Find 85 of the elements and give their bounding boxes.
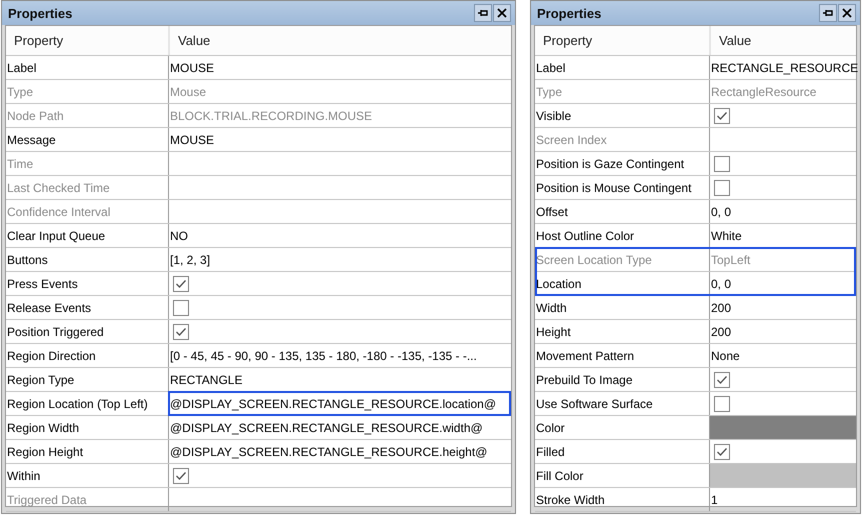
property-name: Release Events xyxy=(6,300,92,316)
checkbox[interactable] xyxy=(173,324,189,340)
property-name: Screen Index xyxy=(535,132,608,148)
property-name: Region Location (Top Left) xyxy=(6,396,149,412)
property-name: Label xyxy=(6,60,38,76)
checkbox[interactable] xyxy=(714,444,730,460)
property-name: Position is Gaze Contingent xyxy=(535,156,686,172)
property-name: Type xyxy=(535,84,564,100)
property-value: MOUSE xyxy=(170,132,214,146)
property-name: Screen Location Type xyxy=(535,252,653,268)
property-name: Clear Input Queue xyxy=(6,228,106,244)
property-value: @DISPLAY_SCREEN.RECTANGLE_RESOURCE.location@ xyxy=(170,396,496,410)
property-name: Region Type xyxy=(6,372,76,388)
property-value: RECTANGLE xyxy=(170,372,242,386)
checkbox[interactable] xyxy=(714,396,730,412)
close-icon xyxy=(842,8,852,18)
property-name: Time xyxy=(6,156,34,172)
checkbox[interactable] xyxy=(714,108,730,124)
property-value: TopLeft xyxy=(711,252,750,266)
checkbox[interactable] xyxy=(714,156,730,172)
checkbox[interactable] xyxy=(714,180,730,196)
property-value: RECTANGLE_RESOURCE xyxy=(711,60,858,74)
column-header[interactable]: Property xyxy=(535,26,709,55)
property-value: White xyxy=(711,228,742,242)
column-header[interactable]: Value xyxy=(168,26,511,55)
property-name: Within xyxy=(6,468,42,484)
pin-button[interactable] xyxy=(819,4,837,22)
checkbox[interactable] xyxy=(714,372,730,388)
property-name: Region Width xyxy=(6,420,80,436)
panel-title: Properties xyxy=(8,6,74,20)
checkbox[interactable] xyxy=(173,300,189,316)
checkbox[interactable] xyxy=(173,468,189,484)
column-header[interactable]: Property xyxy=(6,26,168,55)
property-name: Message xyxy=(6,132,57,148)
pin-icon xyxy=(822,8,834,18)
property-name: Host Outline Color xyxy=(535,228,636,244)
property-name: Position is Mouse Contingent xyxy=(535,180,692,196)
property-name: Type xyxy=(6,84,34,100)
property-value: @DISPLAY_SCREEN.RECTANGLE_RESOURCE.height@ xyxy=(170,444,488,458)
property-value: @DISPLAY_SCREEN.RECTANGLE_RESOURCE.width@ xyxy=(170,420,483,434)
property-name: Height xyxy=(535,324,572,340)
property-name: Node Path xyxy=(6,108,65,124)
property-value: [0 - 45, 45 - 90, 90 - 135, 135 - 180, -180 - -135, -135 - -... xyxy=(170,348,477,362)
property-value: 200 xyxy=(711,300,732,314)
property-value: 0, 0 xyxy=(711,204,732,218)
property-value: MOUSE xyxy=(170,60,214,74)
property-name: Last Checked Time xyxy=(6,180,111,196)
property-value: 1 xyxy=(711,492,718,506)
property-value: NO xyxy=(170,228,188,242)
color-swatch[interactable] xyxy=(710,416,856,439)
property-name: Use Software Surface xyxy=(535,396,654,412)
close-button[interactable] xyxy=(493,4,511,22)
property-value: Mouse xyxy=(170,84,206,98)
property-value: None xyxy=(711,348,740,362)
property-name: Prebuild To Image xyxy=(535,372,634,388)
checkbox[interactable] xyxy=(173,276,189,292)
property-name: Fill Color xyxy=(535,468,584,484)
property-name: Buttons xyxy=(6,252,49,268)
property-value: [1, 2, 3] xyxy=(170,252,210,266)
property-name: Movement Pattern xyxy=(535,348,636,364)
property-value: 0, 0 xyxy=(711,276,732,290)
property-name: Visible xyxy=(535,108,572,124)
close-button[interactable] xyxy=(838,4,856,22)
property-value: BLOCK.TRIAL.RECORDING.MOUSE xyxy=(170,108,372,122)
close-icon xyxy=(497,8,507,18)
panel-title: Properties xyxy=(537,6,602,20)
property-name: Filled xyxy=(535,444,566,460)
property-name: Color xyxy=(535,420,566,436)
color-swatch[interactable] xyxy=(710,464,856,487)
property-name: Width xyxy=(535,300,568,316)
property-name: Confidence Interval xyxy=(6,204,112,220)
property-name: Region Height xyxy=(6,444,84,460)
property-name: Location xyxy=(535,276,582,292)
property-name: Offset xyxy=(535,204,569,220)
pin-button[interactable] xyxy=(474,4,492,22)
property-name: Region Direction xyxy=(6,348,97,364)
property-name: Label xyxy=(535,60,566,76)
property-name: Stroke Width xyxy=(535,492,606,508)
property-name: Triggered Data xyxy=(6,492,88,508)
column-header[interactable]: Value xyxy=(709,26,856,55)
property-name: Position Triggered xyxy=(6,324,105,340)
property-name: Press Events xyxy=(6,276,79,292)
property-value: 200 xyxy=(711,324,732,338)
property-value: RectangleResource xyxy=(711,84,816,98)
pin-icon xyxy=(477,8,489,18)
